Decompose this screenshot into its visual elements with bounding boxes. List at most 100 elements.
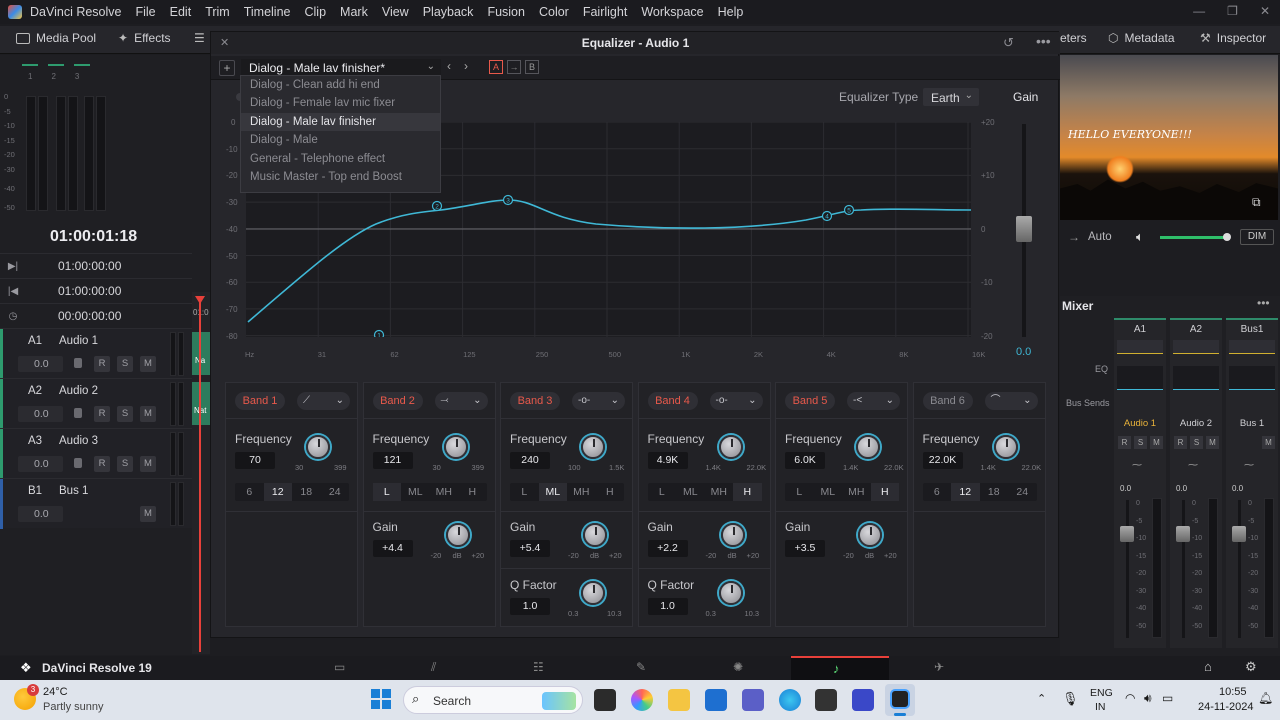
menu-item[interactable]: Help [718,5,744,19]
preset-option[interactable]: General - Telephone effect [241,150,440,168]
close-icon[interactable]: ✕ [1260,4,1270,18]
slope-option[interactable]: H [596,483,625,501]
battery-icon[interactable]: ▭ [1162,691,1173,705]
slope-option[interactable]: 18 [292,483,321,501]
dim-button[interactable]: DIM [1240,229,1274,245]
slope-option[interactable]: L [510,483,539,501]
playhead-handle[interactable] [195,296,205,304]
frequency-knob[interactable] [993,435,1018,459]
menu-item[interactable]: Workspace [641,5,703,19]
gain-value[interactable]: +5.4 [510,540,550,557]
frequency-knob[interactable] [443,435,468,459]
compare-a-button[interactable]: A [489,60,503,74]
gain-slider-handle[interactable] [1016,216,1032,242]
teams-icon[interactable] [742,689,764,711]
file-explorer-icon[interactable] [668,689,690,711]
menu-item[interactable]: Color [539,5,569,19]
mute-button[interactable]: M [1150,436,1163,449]
band-enable-button[interactable]: Band 5 [785,392,835,410]
prev-preset-icon[interactable]: ‹ [447,59,451,73]
mute-button[interactable]: M [140,506,156,522]
gain-knob[interactable] [445,523,470,547]
band-enable-button[interactable]: Band 1 [235,392,285,410]
record-button[interactable]: R [94,406,110,422]
slope-selector[interactable]: L ML MH H [510,483,624,501]
media-pool-button[interactable]: Media Pool [16,31,96,45]
app-cube-icon[interactable] [815,689,837,711]
menu-item[interactable]: Fusion [487,5,525,19]
frequency-value[interactable]: 22.0K [922,452,963,469]
slope-option[interactable]: ML [676,483,705,501]
auto-label[interactable]: Auto [1088,231,1112,243]
slope-option[interactable]: 6 [235,483,264,501]
notifications-bell-icon[interactable]: 🔔︎ [1258,691,1273,705]
mark-out-icon[interactable]: |◀ [0,286,26,297]
track-name[interactable]: Audio 1 [59,335,98,347]
track-name[interactable]: Bus 1 [59,485,88,497]
effects-button[interactable]: ✦ Effects [118,31,171,45]
slope-option[interactable]: 12 [951,483,980,501]
track-header-a2[interactable]: A2 Audio 2 0.0 R S M [0,378,192,429]
record-button[interactable]: R [1118,436,1131,449]
slope-option[interactable]: ML [538,483,567,501]
track-name[interactable]: Audio 2 [59,385,98,397]
track-volume[interactable]: 0.0 [18,456,63,472]
filter-shape-select[interactable]: -< ⌄ [847,392,900,410]
meters-button[interactable]: eters [1060,31,1087,45]
index-button[interactable]: ☰ [194,31,205,45]
gain-knob[interactable] [583,523,607,547]
slope-option[interactable]: ML [814,483,843,501]
cut-page-icon[interactable]: ⫽ [431,660,436,675]
start-windows-icon[interactable] [371,689,391,709]
input-slot[interactable] [1117,340,1163,354]
gain-knob[interactable] [720,523,745,547]
volume-slider-handle[interactable] [1223,233,1231,241]
slope-option[interactable]: MH [430,483,459,501]
home-icon[interactable]: ⌂ [1204,659,1212,674]
preset-option[interactable]: Dialog - Female lav mic fixer [241,94,440,112]
frequency-value[interactable]: 70 [235,452,275,469]
solo-button[interactable]: S [117,406,133,422]
clock-time[interactable]: 10:55 [1219,686,1247,698]
timeline-area[interactable]: Na Nat 01:0 [192,292,210,654]
solo-button[interactable]: S [1134,436,1147,449]
band-enable-button[interactable]: Band 6 [922,392,973,410]
audio-clip-a2[interactable]: Nat [192,382,210,425]
record-button[interactable]: R [94,456,110,472]
mute-button[interactable]: M [1262,436,1275,449]
mute-button[interactable]: M [140,356,156,372]
slope-option[interactable]: 24 [321,483,350,501]
menu-item[interactable]: File [135,5,155,19]
add-preset-button[interactable]: + [219,60,235,76]
fader-track[interactable] [1238,500,1241,638]
language-bottom[interactable]: IN [1095,701,1106,713]
record-button[interactable]: R [94,356,110,372]
reset-icon[interactable]: ↺ [1003,35,1014,51]
eq-thumbnail[interactable] [1173,366,1219,390]
q-factor-knob[interactable] [581,581,605,605]
davinci-taskbar-button[interactable] [885,684,915,716]
menu-item[interactable]: Edit [170,5,192,19]
wifi-icon[interactable]: ◠ [1125,691,1135,705]
pan-icon[interactable]: ⁓ [1244,460,1254,471]
track-header-a1[interactable]: A1 Audio 1 0.0 R S M [0,328,192,379]
track-header-b1[interactable]: B1 Bus 1 0.0 M [0,478,192,529]
fader-handle[interactable] [1176,526,1190,542]
menu-item[interactable]: Mark [340,5,368,19]
inspector-button[interactable]: ⚒ Inspector [1200,31,1266,45]
slope-option[interactable]: 12 [263,483,292,501]
edge-icon[interactable] [779,689,801,711]
q-factor-value[interactable]: 1.0 [647,598,688,615]
gain-value[interactable]: +4.4 [372,540,413,557]
slope-option[interactable]: 24 [1008,483,1037,501]
mark-in-icon[interactable]: ▶| [0,261,26,272]
eq-thumbnail[interactable] [1229,366,1275,390]
slope-selector[interactable]: L ML MH H [785,483,899,501]
frequency-knob[interactable] [581,435,605,459]
chevron-up-icon[interactable]: ⌃ [1037,692,1046,705]
more-options-icon[interactable]: ••• [1036,33,1051,49]
volume-icon[interactable]: 🔊︎ [1144,691,1152,706]
menu-item[interactable]: Playback [423,5,474,19]
ms-store-icon[interactable] [705,689,727,711]
microphone-icon[interactable]: 🎙︎ [1062,691,1079,707]
